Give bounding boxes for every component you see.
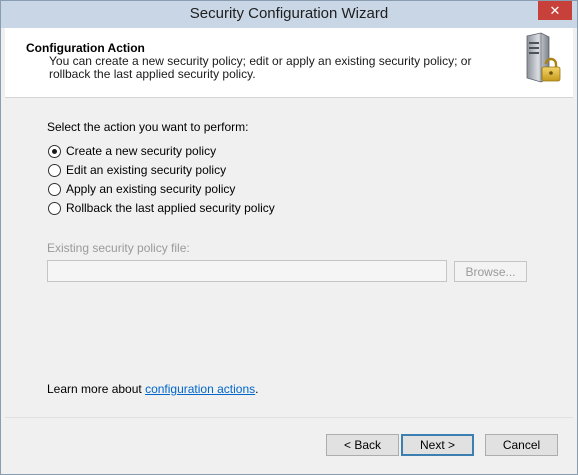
wizard-header: Configuration Action You can create a ne… xyxy=(5,28,573,98)
option-rollback[interactable]: Rollback the last applied security polic… xyxy=(48,200,275,216)
close-button[interactable]: ✕ xyxy=(538,1,572,20)
server-lock-icon xyxy=(526,32,561,83)
next-button[interactable]: Next > xyxy=(401,434,474,456)
wizard-body: Select the action you want to perform: C… xyxy=(5,99,573,417)
option-label[interactable]: Edit an existing security policy xyxy=(66,163,226,177)
radio-checked-icon[interactable] xyxy=(48,144,61,158)
option-label[interactable]: Rollback the last applied security polic… xyxy=(66,201,275,215)
title-bar[interactable]: Security Configuration Wizard ✕ xyxy=(1,1,577,28)
close-icon: ✕ xyxy=(549,2,561,18)
page-description: You can create a new security policy; ed… xyxy=(49,54,472,81)
option-edit-existing[interactable]: Edit an existing security policy xyxy=(48,162,226,178)
learn-more-text: Learn more about configuration actions. xyxy=(47,382,258,396)
policy-file-label: Existing security policy file: xyxy=(47,241,190,255)
wizard-window: Security Configuration Wizard ✕ Configur… xyxy=(0,0,578,475)
window-title: Security Configuration Wizard xyxy=(189,5,389,22)
radio-unchecked-icon[interactable] xyxy=(48,163,61,177)
configuration-actions-link[interactable]: configuration actions xyxy=(145,382,255,396)
option-create-new[interactable]: Create a new security policy xyxy=(48,143,216,159)
page-title: Configuration Action xyxy=(26,41,145,55)
radio-unchecked-icon[interactable] xyxy=(48,182,61,196)
learn-more-prefix: Learn more about xyxy=(47,382,146,396)
action-prompt: Select the action you want to perform: xyxy=(47,120,249,134)
policy-file-input[interactable] xyxy=(47,260,447,282)
option-label[interactable]: Create a new security policy xyxy=(66,144,216,158)
option-label[interactable]: Apply an existing security policy xyxy=(66,182,235,196)
footer-divider xyxy=(5,417,573,418)
radio-unchecked-icon[interactable] xyxy=(48,201,61,215)
back-button[interactable]: < Back xyxy=(326,434,399,456)
option-apply-existing[interactable]: Apply an existing security policy xyxy=(48,181,235,197)
learn-more-suffix: . xyxy=(255,382,259,396)
cancel-button[interactable]: Cancel xyxy=(485,434,558,456)
browse-button[interactable]: Browse... xyxy=(454,261,527,282)
